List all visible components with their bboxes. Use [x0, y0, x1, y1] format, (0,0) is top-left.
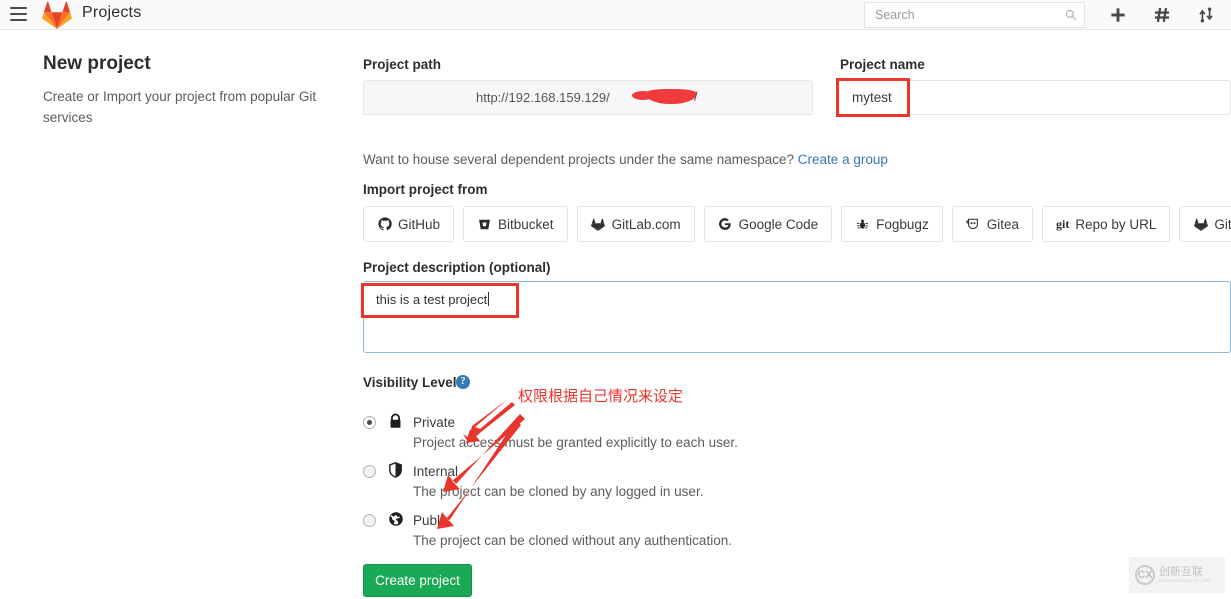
import-project-label: Import project from	[363, 182, 488, 197]
visibility-option-name: Public	[413, 513, 450, 528]
import-button-gitlab-export[interactable]: GitLab export	[1179, 206, 1231, 242]
text-caret	[488, 292, 490, 306]
import-button-bitbucket[interactable]: Bitbucket	[463, 206, 568, 242]
annotation-note-text: 权限根据自己情况来设定	[518, 387, 684, 405]
project-name-input[interactable]: mytest	[838, 80, 1231, 115]
namespace-hint-text: Want to house several dependent projects…	[363, 152, 795, 167]
top-navbar: Projects	[0, 0, 1231, 30]
radio-public[interactable]	[363, 514, 376, 527]
import-button-gitlab-com[interactable]: GitLab.com	[576, 206, 695, 242]
visibility-option-description: Project access must be granted explicitl…	[413, 435, 738, 450]
shield-icon	[388, 462, 404, 479]
visibility-option-name: Internal	[413, 464, 459, 479]
visibility-option-description: The project can be cloned without any au…	[413, 533, 732, 548]
import-button-label: GitHub	[398, 216, 441, 232]
gitlab-logo-icon[interactable]	[42, 1, 72, 29]
github-icon	[377, 217, 392, 232]
hamburger-icon[interactable]	[10, 7, 27, 21]
import-button-label: GitLab export	[1214, 216, 1231, 232]
import-button-gitea[interactable]: Gitea	[951, 206, 1033, 242]
description-text: this is a test project	[376, 292, 488, 307]
hash-icon[interactable]	[1149, 3, 1175, 27]
google-icon	[718, 217, 733, 232]
project-path-value: http://192.168.159.129/	[476, 90, 610, 105]
create-project-button[interactable]: Create project	[363, 564, 472, 597]
project-description-value: this is a test project	[376, 292, 490, 307]
page-title: New project	[43, 53, 151, 74]
lock-icon	[388, 413, 404, 430]
radio-private[interactable]	[363, 416, 376, 429]
page-subtitle: Create or Import your project from popul…	[43, 89, 317, 125]
fogbugz-bug-icon	[855, 217, 870, 232]
project-path-input[interactable]: http://192.168.159.129/	[363, 80, 813, 115]
import-button-label: GitLab.com	[611, 216, 681, 232]
import-button-label: Google Code	[738, 216, 819, 232]
gitea-icon	[966, 217, 981, 232]
plus-icon[interactable]	[1105, 3, 1131, 27]
globe-icon	[388, 511, 404, 528]
watermark-cn: 创新互联	[1159, 565, 1203, 579]
project-path-label: Project path	[363, 57, 442, 72]
visibility-option-name: Private	[413, 415, 456, 430]
watermark: CX 创新互联 CHUANGXIN HULIAN	[1129, 557, 1225, 593]
import-button-repo-by-url[interactable]: git Repo by URL	[1041, 206, 1171, 242]
import-button-github[interactable]: GitHub	[363, 206, 455, 242]
search-box[interactable]	[864, 2, 1085, 28]
project-description-textarea[interactable]: this is a test project	[363, 281, 1231, 353]
git-icon: git	[1055, 216, 1070, 231]
import-button-google-code[interactable]: Google Code	[703, 206, 833, 242]
merge-request-icon[interactable]	[1193, 3, 1219, 27]
import-button-label: Gitea	[986, 216, 1019, 232]
project-name-value: mytest	[852, 90, 892, 105]
project-path-suffix: /	[694, 89, 698, 104]
brand-title[interactable]: Projects	[82, 4, 141, 22]
project-name-label: Project name	[840, 57, 925, 72]
project-description-label: Project description (optional)	[363, 260, 551, 275]
namespace-hint: Want to house several dependent projects…	[363, 152, 888, 167]
import-button-label: Fogbugz	[876, 216, 929, 232]
create-a-group-link[interactable]: Create a group	[798, 152, 888, 167]
radio-internal[interactable]	[363, 465, 376, 478]
gitlab-icon	[1193, 217, 1208, 232]
watermark-text: 创新互联 CHUANGXIN HULIAN	[1159, 566, 1210, 584]
help-icon[interactable]: ?	[456, 375, 470, 389]
import-options-row: GitHub Bitbucket GitLab.com Google Code …	[363, 206, 1231, 242]
import-button-label: Bitbucket	[498, 216, 554, 232]
gitlab-icon	[591, 217, 606, 232]
watermark-logo-icon: CX	[1135, 565, 1155, 585]
bitbucket-icon	[477, 217, 492, 232]
visibility-option-description: The project can be cloned by any logged …	[413, 484, 704, 499]
import-button-label: Repo by URL	[1075, 216, 1157, 232]
visibility-level-label: Visibility Level	[363, 375, 457, 390]
watermark-en: CHUANGXIN HULIAN	[1159, 578, 1211, 584]
search-input[interactable]	[873, 3, 1058, 27]
search-icon	[1065, 9, 1077, 21]
import-button-fogbugz[interactable]: Fogbugz	[841, 206, 943, 242]
